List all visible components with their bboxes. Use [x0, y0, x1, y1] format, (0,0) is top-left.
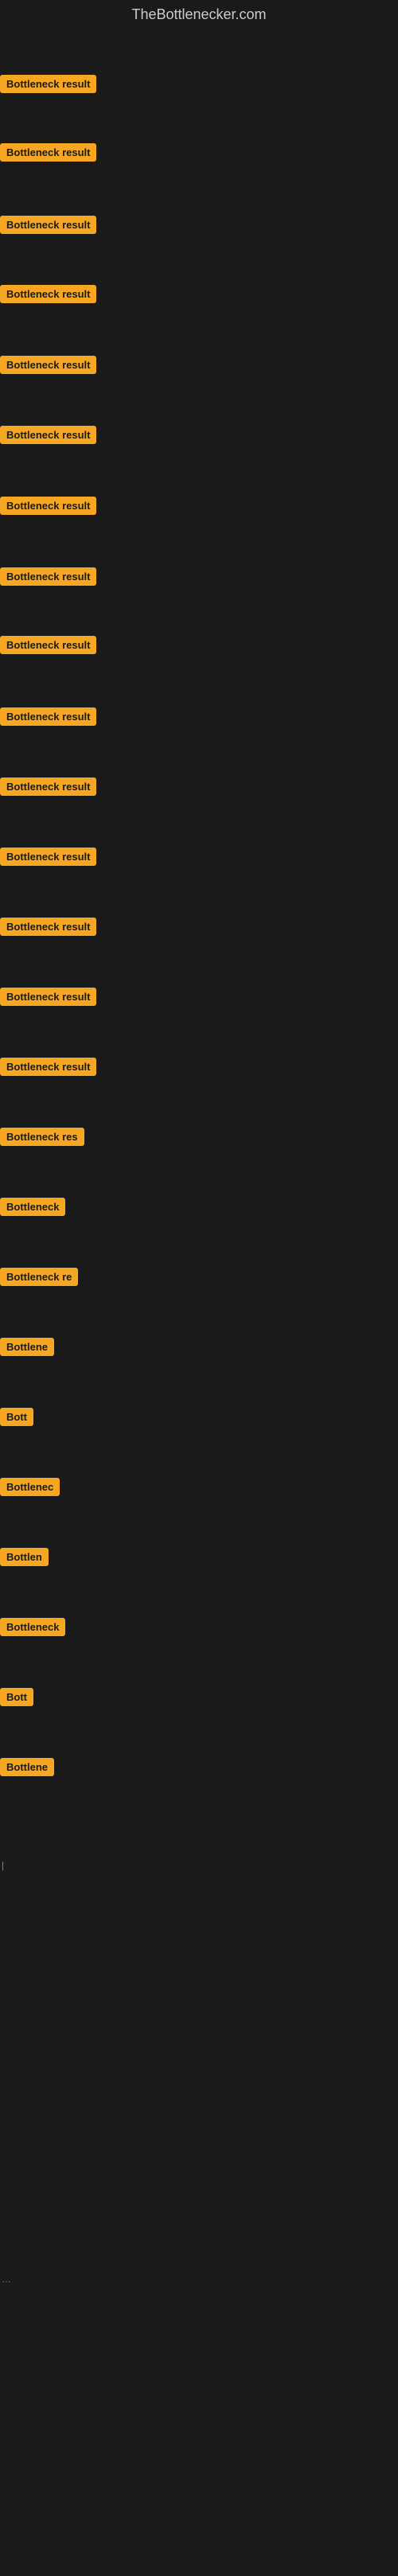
bottleneck-badge: Bottlene — [0, 1758, 54, 1776]
bottleneck-item[interactable]: Bottlen — [0, 1548, 49, 1570]
bottleneck-item[interactable]: Bottleneck result — [0, 636, 96, 658]
bottleneck-item[interactable]: Bottleneck result — [0, 497, 96, 519]
bottleneck-item[interactable]: Bottleneck result — [0, 426, 96, 448]
bottleneck-badge: Bottleneck res — [0, 1128, 84, 1146]
bottleneck-badge: Bottleneck result — [0, 497, 96, 515]
bottleneck-badge: Bott — [0, 1408, 33, 1426]
bottleneck-item[interactable]: Bottleneck result — [0, 75, 96, 97]
bottleneck-item[interactable]: Bottleneck result — [0, 918, 96, 940]
bottleneck-badge: Bottleneck — [0, 1198, 65, 1216]
site-title: TheBottlenecker.com — [0, 0, 398, 29]
bottleneck-badge: Bottleneck result — [0, 777, 96, 796]
bottleneck-item[interactable]: Bott — [0, 1688, 33, 1710]
bottleneck-badge: Bottleneck result — [0, 636, 96, 654]
marker: … — [2, 2274, 11, 2285]
bottleneck-item[interactable]: Bottleneck — [0, 1198, 65, 1220]
bottleneck-item[interactable]: Bottleneck result — [0, 285, 96, 307]
bottleneck-badge: Bottleneck result — [0, 356, 96, 374]
bottleneck-badge: Bottleneck re — [0, 1268, 78, 1286]
bottleneck-badge: Bottleneck result — [0, 567, 96, 586]
bottleneck-item[interactable]: Bottleneck res — [0, 1128, 84, 1150]
bottleneck-badge: Bottleneck result — [0, 75, 96, 93]
bottleneck-badge: Bottleneck result — [0, 848, 96, 866]
bottleneck-item[interactable]: Bottleneck result — [0, 1058, 96, 1080]
bottleneck-badge: Bottleneck result — [0, 285, 96, 303]
bottleneck-item[interactable]: Bottleneck result — [0, 143, 96, 166]
bottleneck-badge: Bottleneck — [0, 1618, 65, 1636]
bottleneck-item[interactable]: Bottleneck — [0, 1618, 65, 1640]
bottleneck-item[interactable]: Bottleneck result — [0, 988, 96, 1010]
bottleneck-badge: Bottleneck result — [0, 1058, 96, 1076]
bottleneck-item[interactable]: Bottleneck result — [0, 848, 96, 870]
bottleneck-item[interactable]: Bottlene — [0, 1758, 54, 1780]
bottleneck-badge: Bottleneck result — [0, 426, 96, 444]
bottleneck-badge: Bottleneck result — [0, 988, 96, 1006]
bottleneck-badge: Bottlene — [0, 1338, 54, 1356]
bottleneck-badge: Bottlen — [0, 1548, 49, 1566]
bottleneck-item[interactable]: Bottleneck result — [0, 707, 96, 730]
bottleneck-badge: Bottleneck result — [0, 143, 96, 162]
bottleneck-item[interactable]: Bottlenec — [0, 1478, 60, 1500]
bottleneck-item[interactable]: Bottleneck result — [0, 216, 96, 238]
bottleneck-item[interactable]: Bottleneck re — [0, 1268, 78, 1290]
bottleneck-item[interactable]: Bottleneck result — [0, 567, 96, 590]
bottleneck-badge: Bottlenec — [0, 1478, 60, 1496]
bottleneck-badge: Bottleneck result — [0, 918, 96, 936]
bottleneck-badge: Bott — [0, 1688, 33, 1706]
bottleneck-badge: Bottleneck result — [0, 216, 96, 234]
bottleneck-item[interactable]: Bott — [0, 1408, 33, 1430]
bottleneck-badge: Bottleneck result — [0, 707, 96, 726]
bottleneck-item[interactable]: Bottleneck result — [0, 356, 96, 378]
bottleneck-item[interactable]: Bottleneck result — [0, 777, 96, 800]
bottleneck-item[interactable]: Bottlene — [0, 1338, 54, 1360]
marker: | — [2, 1860, 4, 1871]
